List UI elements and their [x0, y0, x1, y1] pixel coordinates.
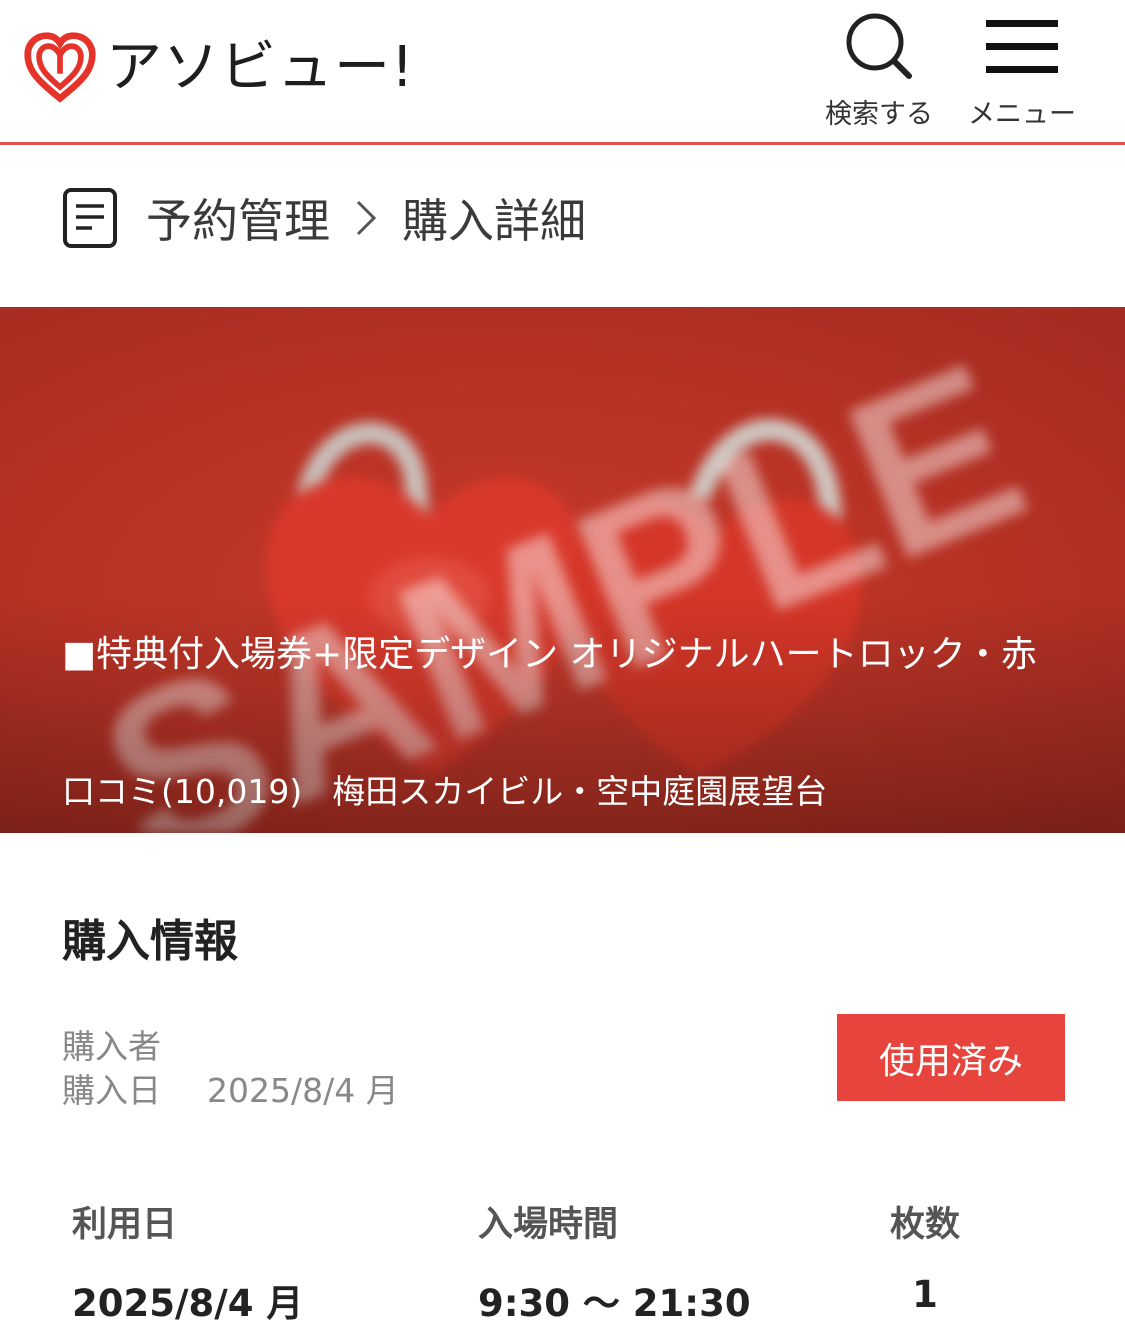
entry-time-value: 9:30 〜 21:30 [478, 1282, 751, 1325]
breadcrumb: 予約管理 購入詳細 [62, 185, 586, 251]
app-header: アソビュー! 検索する メニュー [0, 0, 1125, 145]
use-date-label: 利用日 [72, 1205, 178, 1245]
status-badge: 使用済み [837, 1014, 1065, 1101]
reviews-link[interactable]: 口コミ(10,019) [62, 772, 302, 811]
chevron-right-icon [356, 200, 377, 236]
breadcrumb-current: 購入詳細 [402, 194, 586, 248]
use-date-value: 2025/8/4 月 [72, 1282, 304, 1325]
product-hero-image[interactable]: SAMPLE ■特典付入場券+限定デザイン オリジナルハートロック・赤 口コミ(… [0, 307, 1125, 833]
venue-link[interactable]: 梅田スカイビル・空中庭園展望台 [332, 772, 827, 811]
entry-time-label: 入場時間 [478, 1205, 619, 1245]
buyer-label: 購入者 [62, 1027, 161, 1066]
hamburger-menu-icon [986, 20, 1058, 73]
buyer-info: 購入者 購入日 2025/8/4 月 [62, 1025, 399, 1113]
use-date-column: 利用日 2025/8/4 月 [72, 1196, 303, 1327]
ticket-count-column: 枚数 1 [885, 1196, 965, 1316]
heart-logo-icon [24, 32, 96, 103]
menu-button[interactable]: メニュー [962, 10, 1082, 131]
menu-label: メニュー [968, 99, 1076, 130]
logo-text: アソビュー! [106, 35, 415, 100]
breadcrumb-parent-link[interactable]: 予約管理 [146, 185, 330, 251]
product-meta: 口コミ(10,019) 梅田スカイビル・空中庭園展望台 [62, 765, 827, 813]
logo[interactable]: アソビュー! [22, 30, 414, 106]
purchase-info-title: 購入情報 [62, 916, 238, 967]
ticket-count-value: 1 [912, 1273, 938, 1316]
document-icon [63, 188, 117, 248]
ticket-count-label: 枚数 [889, 1205, 960, 1245]
search-label: 検索する [825, 99, 933, 130]
purchase-date-label: 購入日 [62, 1071, 161, 1110]
search-button[interactable]: 検索する [815, 10, 943, 131]
entry-time-column: 入場時間 9:30 〜 21:30 [478, 1196, 751, 1327]
purchase-date-value: 2025/8/4 月 [207, 1071, 399, 1110]
search-icon [846, 13, 912, 79]
product-title: ■特典付入場券+限定デザイン オリジナルハートロック・赤 [62, 634, 1037, 675]
